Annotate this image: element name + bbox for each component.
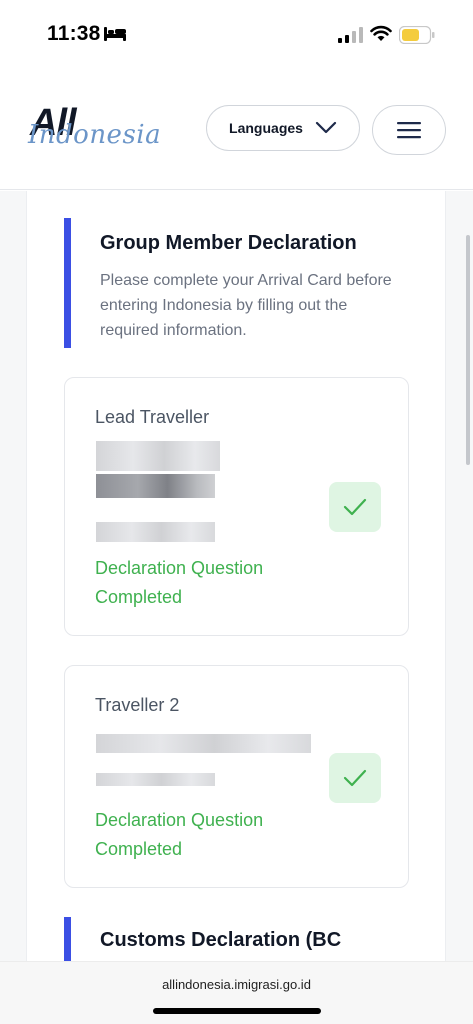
- url-text[interactable]: allindonesia.imigrasi.go.id: [0, 977, 473, 992]
- traveller-title: Traveller 2: [95, 695, 180, 715]
- redacted-passport: [96, 474, 215, 498]
- traveller-card-lead[interactable]: Lead Traveller Declaration Question Comp…: [64, 377, 409, 636]
- redacted-detail: [96, 522, 215, 542]
- menu-button[interactable]: [372, 105, 446, 155]
- customs-title: Customs Declaration (BC: [100, 929, 342, 951]
- traveller-card-2[interactable]: Traveller 2 Declaration Question Complet…: [64, 665, 409, 888]
- status-bar: 11:38: [0, 0, 473, 70]
- logo-indonesia-text: Indonesia: [28, 120, 162, 150]
- site-header: All Indonesia Languages: [0, 70, 473, 190]
- redacted-name: [96, 734, 311, 753]
- browser-url-bar[interactable]: allindonesia.imigrasi.go.id: [0, 961, 473, 1024]
- check-icon: [343, 498, 367, 516]
- completed-badge: [329, 482, 381, 532]
- declaration-status: Declaration Question Completed: [95, 810, 264, 859]
- languages-dropdown[interactable]: Languages: [206, 105, 360, 151]
- check-icon: [343, 769, 367, 787]
- redacted-detail: [96, 773, 215, 786]
- declaration-status: Declaration Question Completed: [95, 558, 264, 607]
- chevron-down-icon: [315, 121, 337, 134]
- traveller-title: Lead Traveller: [95, 407, 210, 427]
- menu-icon: [397, 122, 421, 139]
- completed-badge: [329, 753, 381, 803]
- customs-declaration-section: Customs Declaration (BC: [64, 917, 404, 961]
- status-time: 11:38: [47, 22, 101, 45]
- section-title: Group Member Declaration: [100, 232, 357, 254]
- home-indicator[interactable]: [153, 1008, 321, 1014]
- signal-icon: [338, 27, 363, 43]
- scrollbar[interactable]: [466, 235, 470, 465]
- languages-label: Languages: [229, 120, 303, 136]
- section-accent-bar: [64, 917, 71, 961]
- battery-icon: [399, 26, 435, 44]
- wifi-icon: [370, 25, 392, 41]
- redacted-name: [96, 441, 220, 471]
- section-description: Please complete your Arrival Card before…: [100, 272, 392, 339]
- all-indonesia-logo[interactable]: All Indonesia: [28, 102, 162, 162]
- main-content[interactable]: Group Member Declaration Please complete…: [0, 191, 473, 961]
- group-declaration-section: Group Member Declaration Please complete…: [64, 218, 404, 348]
- section-accent-bar: [64, 218, 71, 348]
- bed-icon: [104, 27, 126, 41]
